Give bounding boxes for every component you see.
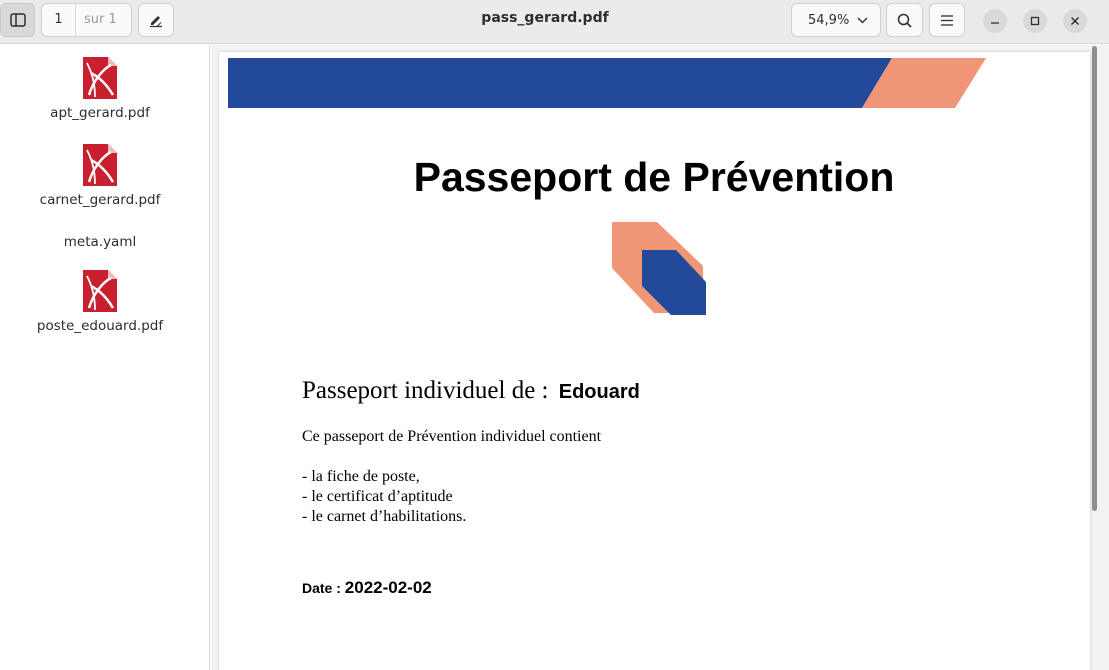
maximize-icon [1030, 16, 1040, 26]
file-name: meta.yaml [63, 234, 137, 250]
prevention-logo [612, 222, 706, 315]
date-line: Date : 2022-02-02 [302, 578, 432, 598]
page-total-label: sur 1 [84, 12, 117, 27]
sidebar-toggle-button[interactable] [0, 3, 35, 37]
date-value: 2022-02-02 [344, 578, 432, 597]
passport-owner-label: Passeport individuel de : [302, 377, 549, 404]
search-icon [897, 13, 912, 28]
passport-owner-line: Passeport individuel de : Edouard [302, 377, 640, 405]
main-menu-button[interactable] [929, 3, 965, 37]
date-label: Date : [302, 580, 345, 596]
file-name: carnet_gerard.pdf [39, 192, 161, 208]
passport-owner-name: Edouard [558, 381, 640, 403]
minimize-icon [991, 22, 999, 24]
file-name: apt_gerard.pdf [50, 105, 150, 121]
hamburger-menu-icon [941, 14, 953, 26]
maximize-button[interactable] [1023, 9, 1047, 33]
window-title: pass_gerard.pdf [481, 10, 609, 26]
file-item-meta-yaml[interactable]: meta.yaml [0, 230, 200, 250]
minimize-button[interactable] [983, 9, 1007, 33]
sidebar-toggle-icon [9, 13, 26, 27]
page-number-input[interactable]: 1 [42, 4, 76, 36]
content-item: - la fiche de poste, [302, 468, 420, 485]
header-banner [228, 58, 986, 108]
close-button[interactable] [1063, 9, 1087, 33]
header-bar: 1 sur 1 pass_gerard.pdf 54,9% [0, 0, 1109, 44]
content-item: - le certificat d’aptitude [302, 488, 453, 505]
file-item-poste-edouard[interactable]: poste_edouard.pdf [0, 268, 200, 334]
content-item: - le carnet d’habilitations. [302, 508, 467, 525]
chevron-down-icon [857, 17, 868, 23]
document-title: Passeport de Prévention [413, 154, 895, 200]
close-icon [1071, 17, 1079, 25]
passport-intro: Ce passeport de Prévention individuel co… [302, 428, 602, 445]
search-button[interactable] [886, 3, 923, 37]
pdf-file-icon [83, 270, 117, 312]
file-item-apt-gerard[interactable]: apt_gerard.pdf [0, 55, 200, 121]
pencil-icon [150, 16, 162, 28]
zoom-dropdown[interactable]: 54,9% [791, 3, 881, 37]
page-navigator: 1 sur 1 [41, 3, 132, 37]
file-item-carnet-gerard[interactable]: carnet_gerard.pdf [0, 142, 200, 208]
zoom-level: 54,9% [808, 12, 850, 28]
pdf-file-icon [83, 144, 117, 186]
vertical-scrollbar[interactable] [1092, 46, 1097, 511]
file-sidebar: apt_gerard.pdf carnet_gerard.pdf meta.ya… [0, 45, 210, 670]
file-name: poste_edouard.pdf [36, 318, 164, 334]
pdf-file-icon [83, 57, 117, 99]
annotate-button[interactable] [138, 3, 174, 37]
